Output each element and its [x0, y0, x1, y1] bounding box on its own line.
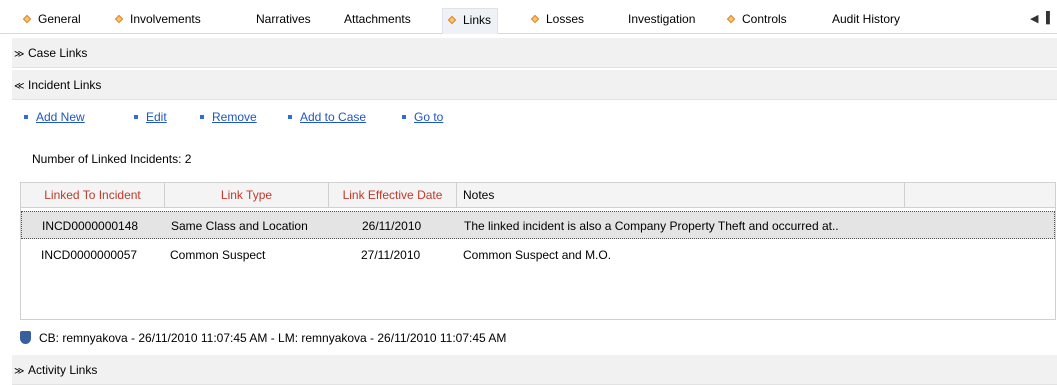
tab-links[interactable]: Links	[442, 8, 499, 34]
remove-link[interactable]: Remove	[200, 110, 257, 124]
created-modified-text: CB: remnyakova - 26/11/2010 11:07:45 AM …	[39, 331, 507, 345]
section-title: Case Links	[28, 46, 88, 60]
case-links-header[interactable]: ≫ Case Links	[12, 38, 1057, 68]
tab-label: Audit History	[832, 12, 901, 26]
edit-link[interactable]: Edit	[134, 110, 167, 124]
tab-audit-history[interactable]: Audit History	[826, 8, 906, 30]
tab-controls[interactable]: Controls	[722, 8, 793, 30]
tab-label: Narratives	[256, 12, 311, 26]
bullet-icon	[200, 115, 204, 119]
tab-general[interactable]: General	[18, 8, 87, 30]
column-header-notes[interactable]: Notes	[457, 183, 905, 208]
cell-incident: INCD0000000148	[42, 219, 139, 233]
expand-chevron-icon: ≫	[14, 366, 25, 377]
tab-label: Investigation	[628, 12, 696, 26]
cell-notes: Common Suspect and M.O.	[463, 248, 612, 262]
scroll-left-icon[interactable]: ◀	[1030, 12, 1038, 25]
tab-involvements[interactable]: Involvements	[110, 8, 207, 30]
cell-incident: INCD0000000057	[41, 248, 138, 262]
tab-label: Controls	[742, 12, 787, 26]
cell-link-type: Common Suspect	[170, 248, 266, 262]
bullet-icon	[288, 115, 292, 119]
tab-strip: General Involvements Narratives Attachme…	[0, 0, 1057, 34]
bullet-icon	[402, 115, 406, 119]
linked-incidents-count: Number of Linked Incidents: 2	[32, 152, 192, 166]
audit-footer: CB: remnyakova - 26/11/2010 11:07:45 AM …	[20, 326, 506, 350]
cell-date: 27/11/2010	[361, 248, 421, 262]
cell-link-type: Same Class and Location	[171, 219, 308, 233]
grid-header: Linked To Incident Link Type Link Effect…	[21, 183, 1055, 208]
bullet-icon	[134, 115, 138, 119]
section-title: Activity Links	[28, 363, 98, 377]
incident-links-header[interactable]: ≪ Incident Links	[12, 70, 1057, 100]
activity-links-header[interactable]: ≫ Activity Links	[12, 355, 1057, 385]
table-row[interactable]: INCD0000000148 Same Class and Location 2…	[21, 211, 1055, 239]
tab-label: Links	[463, 13, 492, 27]
tab-label: Losses	[546, 12, 585, 26]
diamond-icon	[114, 14, 124, 24]
tab-attachments[interactable]: Attachments	[338, 8, 417, 30]
tab-narratives[interactable]: Narratives	[250, 8, 317, 30]
column-header-linked-to-incident[interactable]: Linked To Incident	[21, 183, 165, 208]
tab-investigation[interactable]: Investigation	[622, 8, 701, 30]
table-row[interactable]: INCD0000000057 Common Suspect 27/11/2010…	[21, 241, 1055, 269]
tab-label: General	[38, 12, 81, 26]
diamond-icon	[22, 14, 32, 24]
scroll-right-icon[interactable]: ▌	[1046, 12, 1054, 24]
shield-icon	[20, 331, 31, 345]
column-header-link-type[interactable]: Link Type	[165, 183, 329, 208]
tab-losses[interactable]: Losses	[526, 8, 590, 30]
go-to-link[interactable]: Go to	[402, 110, 443, 124]
expand-chevron-icon: ≫	[14, 49, 25, 60]
incident-links-grid: Linked To Incident Link Type Link Effect…	[20, 182, 1056, 320]
add-to-case-link[interactable]: Add to Case	[288, 110, 366, 124]
cell-date: 26/11/2010	[362, 219, 422, 233]
add-new-link[interactable]: Add New	[24, 110, 85, 124]
section-title: Incident Links	[28, 78, 102, 92]
collapse-chevron-icon: ≪	[14, 81, 25, 92]
cell-notes: The linked incident is also a Company Pr…	[464, 219, 839, 233]
bullet-icon	[24, 115, 28, 119]
diamond-icon	[530, 14, 540, 24]
tab-label: Involvements	[130, 12, 201, 26]
diamond-icon	[726, 14, 736, 24]
diamond-icon	[447, 15, 457, 25]
tab-label: Attachments	[344, 12, 411, 26]
column-header-link-effective-date[interactable]: Link Effective Date	[329, 183, 457, 208]
